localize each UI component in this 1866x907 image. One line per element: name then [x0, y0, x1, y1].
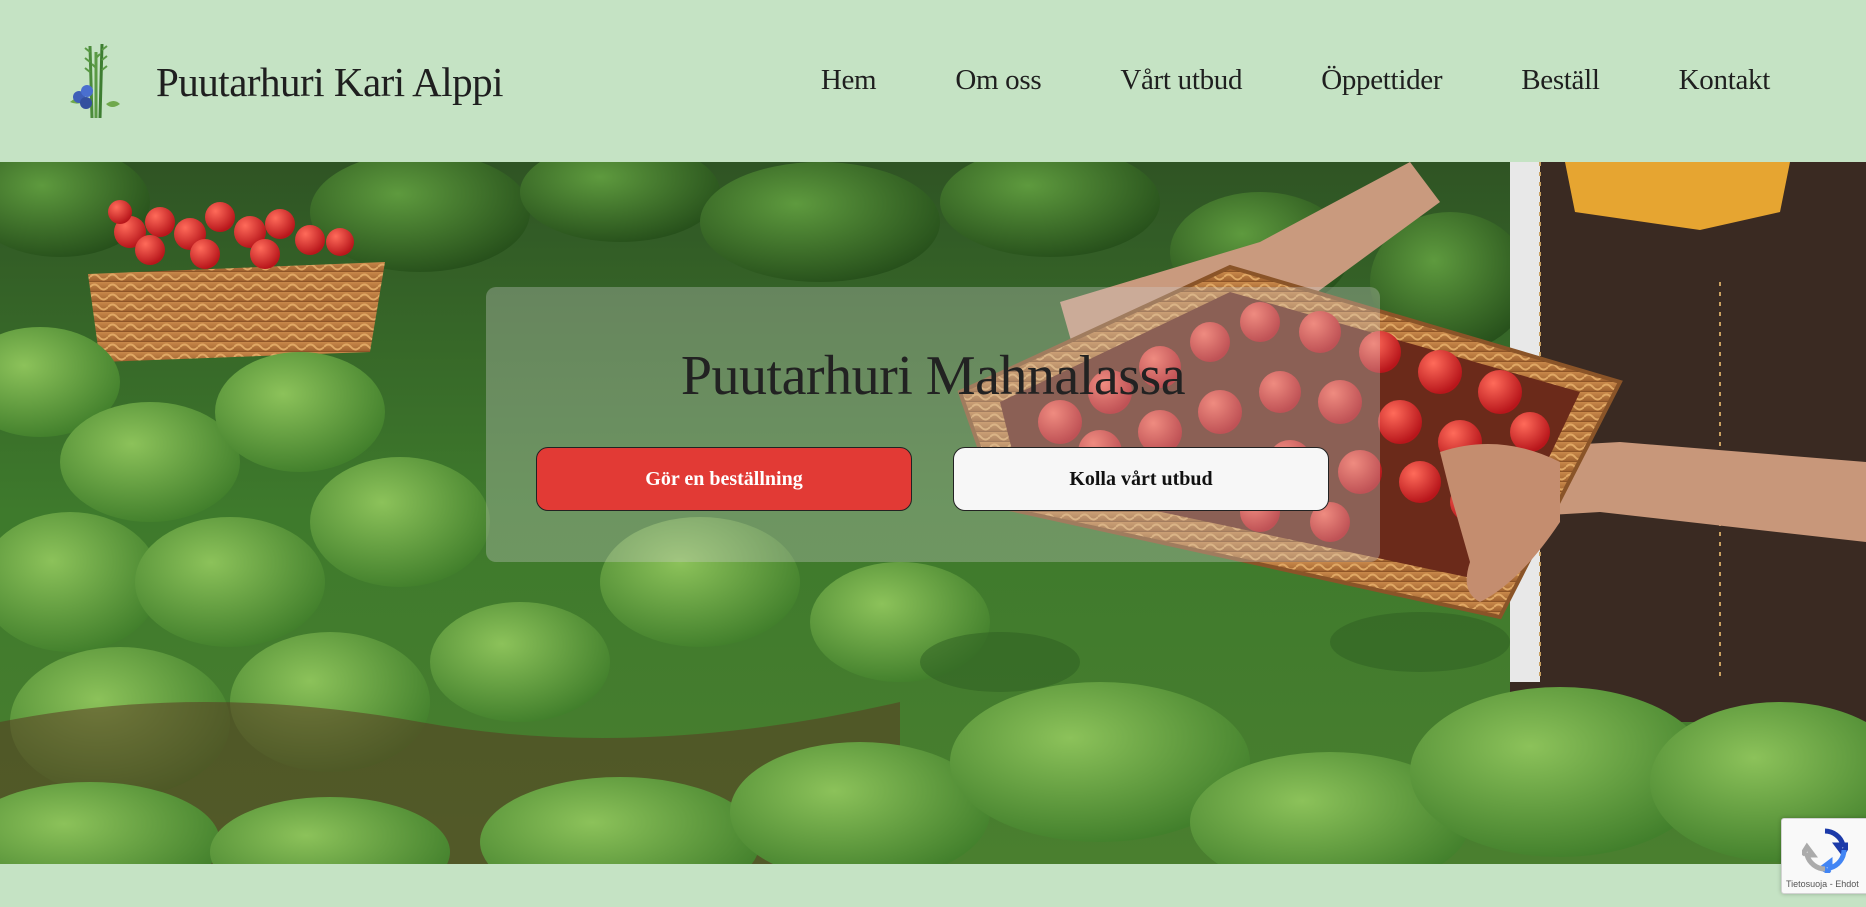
nav-item-kontakt[interactable]: Kontakt	[1679, 64, 1771, 104]
main-nav: Hem Om oss Vårt utbud Öppettider Beställ…	[821, 64, 1770, 104]
nav-item-oppettider[interactable]: Öppettider	[1321, 64, 1442, 104]
recaptcha-icon	[1799, 827, 1853, 878]
asparagus-blueberry-logo-icon[interactable]	[66, 40, 122, 120]
place-order-button[interactable]: Gör en beställning	[536, 447, 912, 511]
recaptcha-badge[interactable]: Tietosuoja - Ehdot	[1781, 818, 1866, 894]
hero-section: Puutarhuri Mahnalassa Gör en beställning…	[0, 162, 1866, 864]
site-header: Puutarhuri Kari Alppi Hem Om oss Vårt ut…	[0, 0, 1866, 162]
page-bottom-band	[0, 864, 1866, 907]
hero-title: Puutarhuri Mahnalassa	[680, 345, 1186, 407]
view-offering-button[interactable]: Kolla vårt utbud	[953, 447, 1329, 511]
nav-item-hem[interactable]: Hem	[821, 64, 877, 104]
recaptcha-links[interactable]: Tietosuoja - Ehdot	[1786, 879, 1859, 889]
hero-card: Puutarhuri Mahnalassa Gör en beställning…	[486, 287, 1380, 562]
nav-item-bestall[interactable]: Beställ	[1521, 64, 1600, 104]
nav-item-om-oss[interactable]: Om oss	[955, 64, 1041, 104]
nav-item-vart-utbud[interactable]: Vårt utbud	[1120, 64, 1242, 104]
site-title[interactable]: Puutarhuri Kari Alppi	[156, 58, 504, 106]
